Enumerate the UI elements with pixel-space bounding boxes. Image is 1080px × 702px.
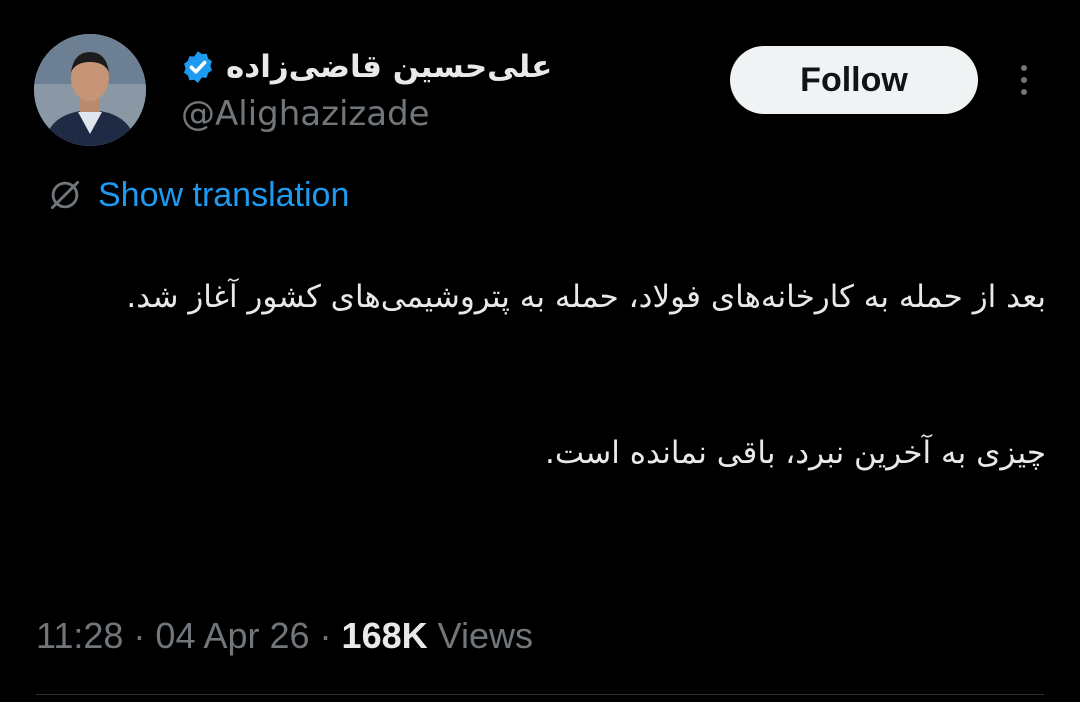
tweet-card: علی‌حسین قاضی‌زاده @Alighazizade Follow … bbox=[0, 0, 1080, 702]
author-handle[interactable]: @Alighazizade bbox=[181, 92, 430, 136]
show-translation-link[interactable]: Show translation bbox=[46, 172, 349, 218]
author-display-name[interactable]: علی‌حسین قاضی‌زاده bbox=[226, 51, 552, 83]
globe-slash-icon bbox=[50, 180, 80, 210]
tweet-meta: 11:28 · 04 Apr 26 · 168K Views bbox=[36, 612, 533, 660]
more-dot bbox=[1021, 89, 1027, 95]
views-label: Views bbox=[437, 615, 533, 656]
tweet-time[interactable]: 11:28 bbox=[36, 615, 123, 657]
more-dots-vertical-icon[interactable] bbox=[1006, 60, 1042, 100]
meta-separator: · bbox=[133, 615, 146, 656]
tweet-paragraph: چیزی به آخرین نبرد، باقی نمانده است. bbox=[544, 435, 1046, 471]
show-translation-label[interactable]: Show translation bbox=[98, 172, 349, 218]
follow-button[interactable]: Follow bbox=[730, 46, 978, 114]
more-dot bbox=[1021, 65, 1027, 71]
more-dot bbox=[1021, 77, 1027, 83]
avatar[interactable] bbox=[34, 34, 146, 146]
divider bbox=[36, 694, 1044, 695]
avatar-photo bbox=[34, 34, 146, 146]
tweet-paragraph: بعد از حمله به کارخانه‌های فولاد، حمله ب… bbox=[126, 279, 1046, 315]
views-count: 168K bbox=[341, 615, 428, 656]
meta-separator: · bbox=[319, 615, 332, 656]
tweet-date[interactable]: 04 Apr 26 bbox=[155, 615, 309, 657]
tweet-text: بعد از حمله به کارخانه‌های فولاد، حمله ب… bbox=[40, 258, 1046, 492]
verified-badge-icon bbox=[184, 51, 212, 83]
author-name-row: علی‌حسین قاضی‌زاده bbox=[180, 42, 552, 92]
